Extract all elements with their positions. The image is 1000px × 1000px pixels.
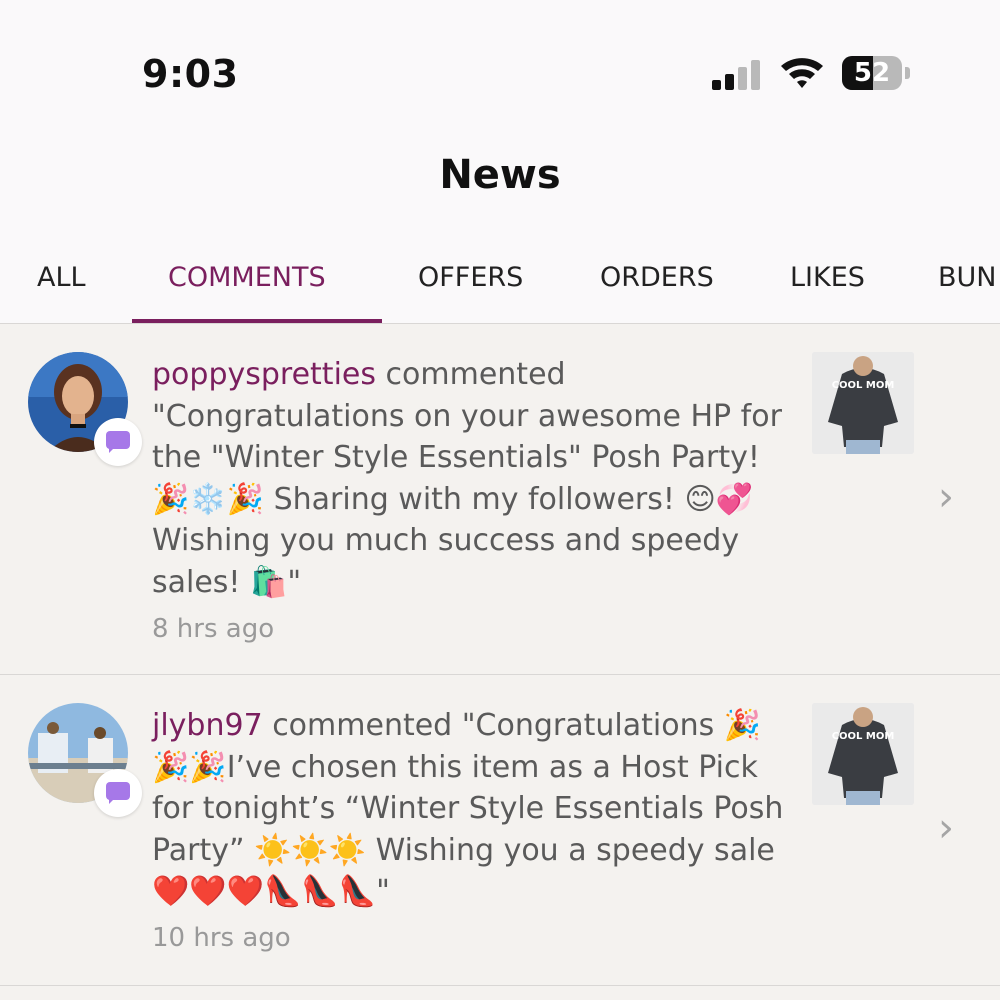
battery-icon: 52 [842, 56, 910, 90]
notification-text: poppyspretties commented "Congratulation… [152, 354, 792, 603]
notification-username[interactable]: jlybn97 [152, 708, 263, 743]
tab-bundles[interactable]: BUN [938, 235, 996, 323]
cellular-signal-icon [712, 58, 764, 90]
chevron-right-icon[interactable]: › [938, 808, 964, 848]
notification-row[interactable]: poppyspretties commented "Congratulation… [0, 324, 1000, 675]
notification-row[interactable]: jlybn97 commented "Congratulations 🎉🎉🎉I’… [0, 675, 1000, 986]
status-time: 9:03 [142, 52, 239, 96]
comment-icon [94, 769, 142, 817]
tab-all[interactable]: ALL [37, 235, 86, 323]
status-bar: 9:03 52 [0, 0, 1000, 130]
page-header: News [0, 130, 1000, 235]
notification-username[interactable]: poppyspretties [152, 357, 376, 392]
item-thumbnail[interactable]: COOL MOM [812, 352, 914, 454]
tab-likes[interactable]: LIKES [790, 235, 865, 323]
tab-offers[interactable]: OFFERS [418, 235, 523, 323]
notification-time: 10 hrs ago [152, 923, 291, 953]
item-thumbnail[interactable]: COOL MOM [812, 703, 914, 805]
tab-orders[interactable]: ORDERS [600, 235, 714, 323]
thumbnail-print: COOL MOM [832, 731, 895, 742]
comment-icon [94, 418, 142, 466]
tab-bar: ALL COMMENTS OFFERS ORDERS LIKES BUN [0, 235, 1000, 324]
notification-message: commented "Congratulations on your aweso… [152, 357, 782, 600]
active-tab-indicator [132, 319, 382, 323]
wifi-icon [781, 58, 823, 88]
thumbnail-print: COOL MOM [832, 380, 895, 391]
tab-comments[interactable]: COMMENTS [168, 235, 326, 323]
chevron-right-icon[interactable]: › [938, 477, 964, 517]
notification-time: 8 hrs ago [152, 614, 275, 644]
page-title: News [439, 152, 561, 198]
notification-text: jlybn97 commented "Congratulations 🎉🎉🎉I’… [152, 705, 792, 913]
battery-level: 52 [853, 58, 891, 88]
